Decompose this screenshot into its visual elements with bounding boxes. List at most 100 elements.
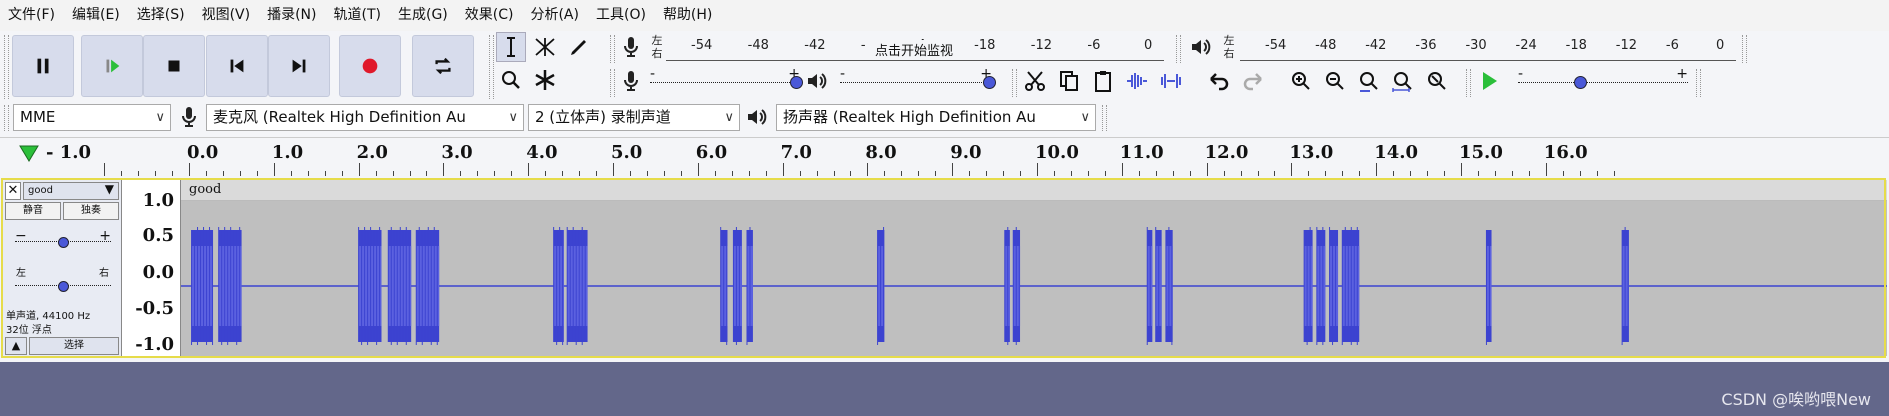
scale-label: -0.5: [135, 298, 174, 319]
ruler-tick: [443, 163, 445, 177]
toolbar-grip[interactable]: [489, 35, 494, 99]
menu-item-5[interactable]: 轨道(T): [326, 0, 390, 31]
undo-button[interactable]: [1204, 66, 1234, 96]
ruler-label: 16.0: [1543, 142, 1588, 163]
slider-knob[interactable]: [58, 281, 69, 292]
zoom-in-button[interactable]: [1286, 66, 1316, 96]
menu-item-10[interactable]: 帮助(H): [655, 0, 721, 31]
close-track-button[interactable]: ✕: [5, 182, 21, 200]
playback-speed-slider[interactable]: - +: [1518, 66, 1688, 93]
timeline-ruler[interactable]: - 1.0 0.0 1.0 2.0 3.0 4.0 5.0 6.0 7.0 8.0 9.0 10.0 1…: [0, 137, 1889, 177]
ruler-label: 3.0: [441, 142, 473, 163]
multi-tool[interactable]: [530, 65, 560, 95]
record-button[interactable]: [339, 35, 401, 97]
menu-item-7[interactable]: 效果(C): [457, 0, 523, 31]
menu-item-9[interactable]: 工具(O): [588, 0, 655, 31]
toolbar-grip[interactable]: [1466, 69, 1471, 97]
toolbar-grip[interactable]: [4, 105, 9, 131]
meter-tick-label: -12: [1615, 38, 1637, 53]
toolbar-grip[interactable]: [1102, 105, 1107, 131]
toolbar-grip[interactable]: [1012, 69, 1017, 97]
trim-button[interactable]: [1122, 66, 1152, 96]
fit-selection-button[interactable]: [1354, 66, 1384, 96]
ruler-tick: [782, 163, 784, 177]
toolbar-grip[interactable]: [610, 69, 615, 97]
skip-end-button[interactable]: [268, 35, 330, 97]
play-icon: [106, 59, 120, 73]
menu-item-0[interactable]: 文件(F): [0, 0, 64, 31]
recording-channels-select[interactable]: 2 (立体声) 录制声道 ∨: [528, 104, 740, 131]
menu-item-1[interactable]: 编辑(E): [64, 0, 129, 31]
ruler-label: - 1.0: [46, 142, 92, 163]
output-device-select[interactable]: 扬声器 (Realtek High Definition Au ∨: [776, 104, 1096, 131]
menu-item-6[interactable]: 生成(G): [390, 0, 457, 31]
zoom-toggle-button[interactable]: [1422, 66, 1452, 96]
meter-tick-label: -18: [1565, 38, 1587, 53]
zoom-toggle-icon: [1428, 72, 1446, 90]
waveform-display[interactable]: [181, 180, 1887, 356]
draw-tool[interactable]: [564, 32, 594, 62]
vertical-amplitude-scale[interactable]: 1.0 0.5 0.0 -0.5 -1.0: [122, 180, 181, 356]
recording-volume-slider[interactable]: - +: [650, 66, 803, 93]
menu-item-8[interactable]: 分析(A): [522, 0, 588, 31]
play-at-speed-button[interactable]: [1474, 66, 1504, 96]
record-meter-mic-icon-wrap[interactable]: [616, 32, 646, 62]
meter-prompt[interactable]: 点击开始监视: [873, 40, 956, 59]
toolbar-grip[interactable]: [4, 35, 9, 99]
toolbar-grip[interactable]: [1742, 35, 1747, 63]
stop-button[interactable]: [143, 35, 205, 97]
mute-button[interactable]: 静音: [5, 202, 61, 220]
slider-knob[interactable]: [983, 76, 996, 89]
track-pan-slider[interactable]: [15, 276, 111, 296]
toolbar-grip[interactable]: [1176, 35, 1181, 63]
ruler-tick: [1376, 163, 1378, 177]
paste-button[interactable]: [1088, 66, 1118, 96]
cut-button[interactable]: [1020, 66, 1050, 96]
waveform-burst: [415, 227, 440, 345]
caret-down-icon: ▼: [104, 182, 114, 196]
slider-knob[interactable]: [1574, 76, 1587, 89]
microphone-icon: [624, 71, 638, 91]
meter-tick-label: -18: [974, 38, 996, 53]
play-button[interactable]: [81, 35, 143, 97]
pause-button[interactable]: [12, 35, 74, 97]
ruler-label: 12.0: [1204, 142, 1249, 163]
copy-icon: [1060, 71, 1078, 91]
play-head-triangle-icon[interactable]: [18, 143, 40, 163]
menu-item-2[interactable]: 选择(S): [129, 0, 194, 31]
zoom-tool[interactable]: [496, 65, 526, 95]
input-device-select[interactable]: 麦克风 (Realtek High Definition Au ∨: [206, 104, 524, 131]
meter-tick-label: -12: [1030, 38, 1052, 53]
collapse-track-button[interactable]: ▲: [5, 337, 27, 355]
audio-host-select[interactable]: MME ∨: [13, 104, 171, 131]
waveform-burst: [1485, 230, 1492, 345]
solo-button[interactable]: 独奏: [63, 202, 119, 220]
fit-project-button[interactable]: [1388, 66, 1418, 96]
toolbar-grip[interactable]: [610, 35, 615, 63]
waveform-graph[interactable]: [181, 180, 1887, 356]
ruler-tick: [867, 163, 869, 177]
slider-knob[interactable]: [58, 237, 69, 248]
play-meter-speaker-wrap[interactable]: [1186, 32, 1216, 62]
playback-volume-slider[interactable]: - +: [840, 66, 996, 93]
selection-tool[interactable]: [496, 32, 526, 62]
toolbar-grip[interactable]: [1696, 69, 1701, 97]
redo-button[interactable]: [1238, 66, 1268, 96]
envelope-tool[interactable]: [530, 32, 560, 62]
clip-title-bar[interactable]: good: [181, 180, 1887, 201]
silence-button[interactable]: [1156, 66, 1186, 96]
skip-start-button[interactable]: [206, 35, 268, 97]
menu-item-3[interactable]: 视图(V): [194, 0, 260, 31]
menu-item-4[interactable]: 播录(N): [259, 0, 325, 31]
track-menu-button[interactable]: good ▼: [23, 182, 119, 200]
loop-button[interactable]: [412, 35, 474, 97]
playback-level-meter[interactable]: -54 -48 -42 -36 -30 -24 -18 -12 -6 0: [1240, 36, 1736, 61]
zoom-in-icon: [1292, 72, 1310, 90]
triangle-up-icon: ▲: [11, 339, 21, 352]
zoom-out-button[interactable]: [1320, 66, 1350, 96]
zoom-selection-icon: [1360, 72, 1378, 92]
track-gain-slider[interactable]: − +: [15, 228, 111, 252]
select-track-button[interactable]: 选择: [29, 337, 119, 355]
ruler-label: 14.0: [1374, 142, 1419, 163]
copy-button[interactable]: [1054, 66, 1084, 96]
